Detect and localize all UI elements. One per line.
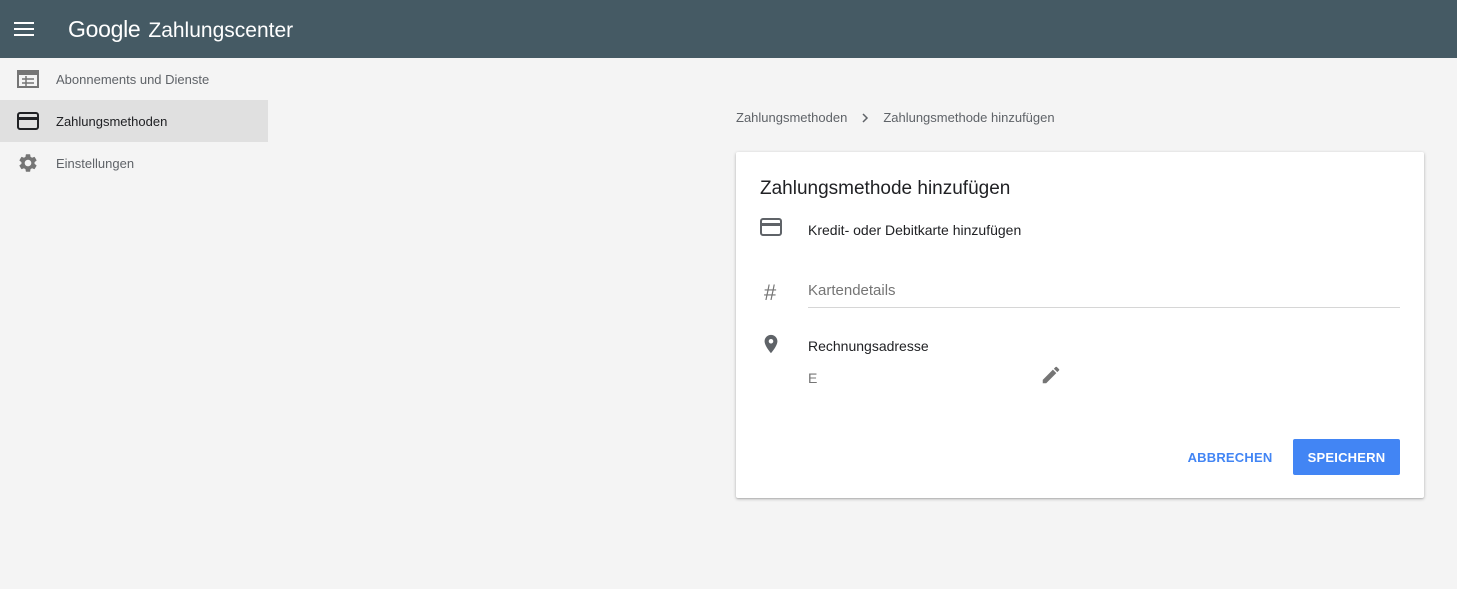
product-name: Zahlungscenter [148, 18, 294, 42]
hash-icon: # [764, 280, 777, 305]
billing-address-row: Rechnungsadresse E [760, 332, 1100, 392]
add-card-label: Kredit- oder Debitkarte hinzufügen [808, 221, 1022, 238]
subscriptions-icon [0, 69, 56, 89]
sidebar-item-label: Einstellungen [56, 155, 135, 171]
card-details-input[interactable] [808, 278, 1400, 308]
card-details-row: # [760, 278, 1400, 308]
chevron-right-icon [861, 112, 869, 123]
sidebar-item-subscriptions[interactable]: Abonnements und Dienste [0, 58, 268, 100]
gear-icon [0, 152, 56, 174]
breadcrumb-payment-methods[interactable]: Zahlungsmethoden [736, 110, 847, 125]
location-pin-icon [760, 332, 782, 361]
card-title: Zahlungsmethode hinzufügen [760, 178, 1011, 199]
billing-address-value: E [808, 370, 818, 386]
add-card-row: Kredit- oder Debitkarte hinzufügen [760, 218, 1021, 241]
save-button[interactable]: SPEICHERN [1293, 439, 1400, 475]
top-app-bar: Google Zahlungscenter [0, 0, 1457, 58]
credit-card-icon [760, 218, 782, 241]
credit-card-icon [0, 112, 56, 130]
sidebar: Abonnements und Dienste Zahlungsmethoden… [0, 58, 268, 184]
menu-icon[interactable] [0, 5, 48, 53]
edit-pencil-icon[interactable] [1040, 364, 1062, 391]
app-logo[interactable]: Google Zahlungscenter [68, 16, 293, 43]
cancel-button[interactable]: ABBRECHEN [1176, 439, 1284, 475]
sidebar-item-settings[interactable]: Einstellungen [0, 142, 268, 184]
add-payment-method-card: Zahlungsmethode hinzufügen Kredit- oder … [736, 152, 1424, 498]
sidebar-item-label: Abonnements und Dienste [56, 71, 210, 87]
sidebar-item-label: Zahlungsmethoden [56, 113, 168, 129]
billing-address-title: Rechnungsadresse [808, 338, 929, 354]
sidebar-item-payment-methods[interactable]: Zahlungsmethoden [0, 100, 268, 142]
google-wordmark: Google [68, 15, 141, 42]
breadcrumb-current: Zahlungsmethode hinzufügen [883, 110, 1055, 125]
breadcrumb: Zahlungsmethoden Zahlungsmethode hinzufü… [736, 110, 1055, 125]
